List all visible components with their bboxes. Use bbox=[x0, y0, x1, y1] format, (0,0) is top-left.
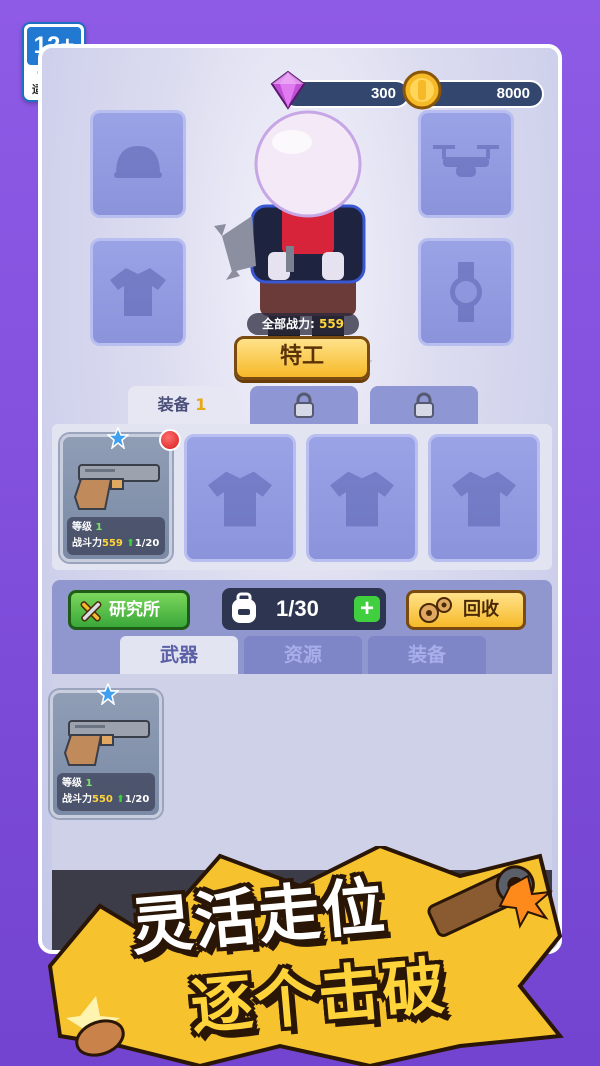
tab-resources[interactable]: 资源 bbox=[244, 636, 362, 674]
level-value: 1 bbox=[85, 778, 93, 789]
pistol-icon bbox=[63, 720, 150, 766]
slot-count: 1/20 bbox=[124, 794, 150, 805]
power-label: 战斗力 bbox=[72, 538, 102, 549]
pistol-icon bbox=[73, 464, 160, 510]
helmet-slot[interactable] bbox=[90, 110, 186, 218]
shirt-icon bbox=[110, 268, 166, 316]
coin-amount: 8000 bbox=[496, 85, 530, 102]
level-label: 等级 bbox=[72, 522, 92, 533]
bag-capacity: 1/30 + bbox=[222, 588, 386, 630]
shirt-slot[interactable] bbox=[90, 238, 186, 346]
level-label: 等级 bbox=[62, 778, 82, 789]
tab-equipment-label: 装备 bbox=[157, 395, 190, 414]
recycle-label: 回收 bbox=[463, 599, 499, 620]
drone-icon bbox=[433, 145, 499, 177]
total-power: 全部战力: 559 bbox=[247, 313, 359, 335]
weapon-stats: 等级 1 战斗力559 ⬆1/20 bbox=[67, 517, 165, 555]
drone-slot[interactable] bbox=[418, 110, 514, 218]
notification-dot bbox=[159, 429, 181, 451]
recycle-button[interactable]: 回收 bbox=[406, 590, 526, 630]
tab-weapons[interactable]: 武器 bbox=[120, 636, 238, 674]
helmet-icon bbox=[114, 146, 162, 178]
empty-armor-slot-2[interactable] bbox=[306, 434, 418, 562]
tab-gear[interactable]: 装备 bbox=[368, 636, 486, 674]
empty-armor-slot-1[interactable] bbox=[184, 434, 296, 562]
slot-count: 1/20 bbox=[134, 538, 160, 549]
bag-count-value: 1/30 bbox=[276, 596, 319, 621]
research-button[interactable]: 研究所 bbox=[68, 590, 190, 630]
tab-locked-2[interactable] bbox=[370, 386, 478, 424]
equipment-panel: 300 8000 全部战力: 559 特工 装备 1 等级 1 战斗力559 ⬆… bbox=[38, 44, 562, 954]
watch-icon bbox=[450, 262, 482, 322]
promo-banner: 灵活走位 逐个击破 bbox=[40, 846, 580, 1066]
tab-locked-1[interactable] bbox=[250, 386, 358, 424]
tools-icon bbox=[80, 601, 102, 622]
shirt-icon bbox=[452, 471, 516, 527]
upgrade-arrow-icon: ⬆ bbox=[116, 794, 125, 805]
empty-armor-slot-3[interactable] bbox=[428, 434, 540, 562]
total-power-value: 559 bbox=[318, 317, 345, 331]
lock-icon bbox=[414, 392, 434, 418]
power-value: 559 bbox=[102, 538, 123, 549]
gears-icon bbox=[419, 597, 452, 623]
equipped-items-strip: 等级 1 战斗力559 ⬆1/20 bbox=[52, 424, 552, 570]
shirt-icon bbox=[208, 471, 272, 527]
coin-icon bbox=[400, 68, 444, 112]
inventory-weapon-card[interactable]: 等级 1 战斗力550 ⬆1/20 bbox=[50, 683, 162, 818]
weapon-stats: 等级 1 战斗力550 ⬆1/20 bbox=[57, 773, 155, 811]
upgrade-arrow-icon: ⬆ bbox=[126, 538, 135, 549]
level-value: 1 bbox=[95, 522, 103, 533]
coin-counter[interactable]: 8000 bbox=[402, 70, 544, 110]
lock-icon bbox=[294, 392, 314, 418]
research-label: 研究所 bbox=[109, 600, 160, 620]
star-icon bbox=[107, 427, 129, 449]
add-capacity-button[interactable]: + bbox=[354, 596, 380, 622]
total-power-label: 全部战力: bbox=[261, 317, 315, 331]
shirt-icon bbox=[330, 471, 394, 527]
equipped-weapon-card[interactable]: 等级 1 战斗力559 ⬆1/20 bbox=[60, 427, 181, 562]
backpack-icon bbox=[232, 592, 256, 623]
tab-equipment-count: 1 bbox=[195, 395, 207, 414]
tab-equipment[interactable]: 装备 1 bbox=[128, 386, 236, 424]
power-label: 战斗力 bbox=[62, 794, 92, 805]
watch-slot[interactable] bbox=[418, 238, 514, 346]
power-value: 550 bbox=[92, 794, 113, 805]
character-class-button[interactable]: 特工 bbox=[234, 336, 370, 380]
star-icon bbox=[97, 683, 119, 705]
